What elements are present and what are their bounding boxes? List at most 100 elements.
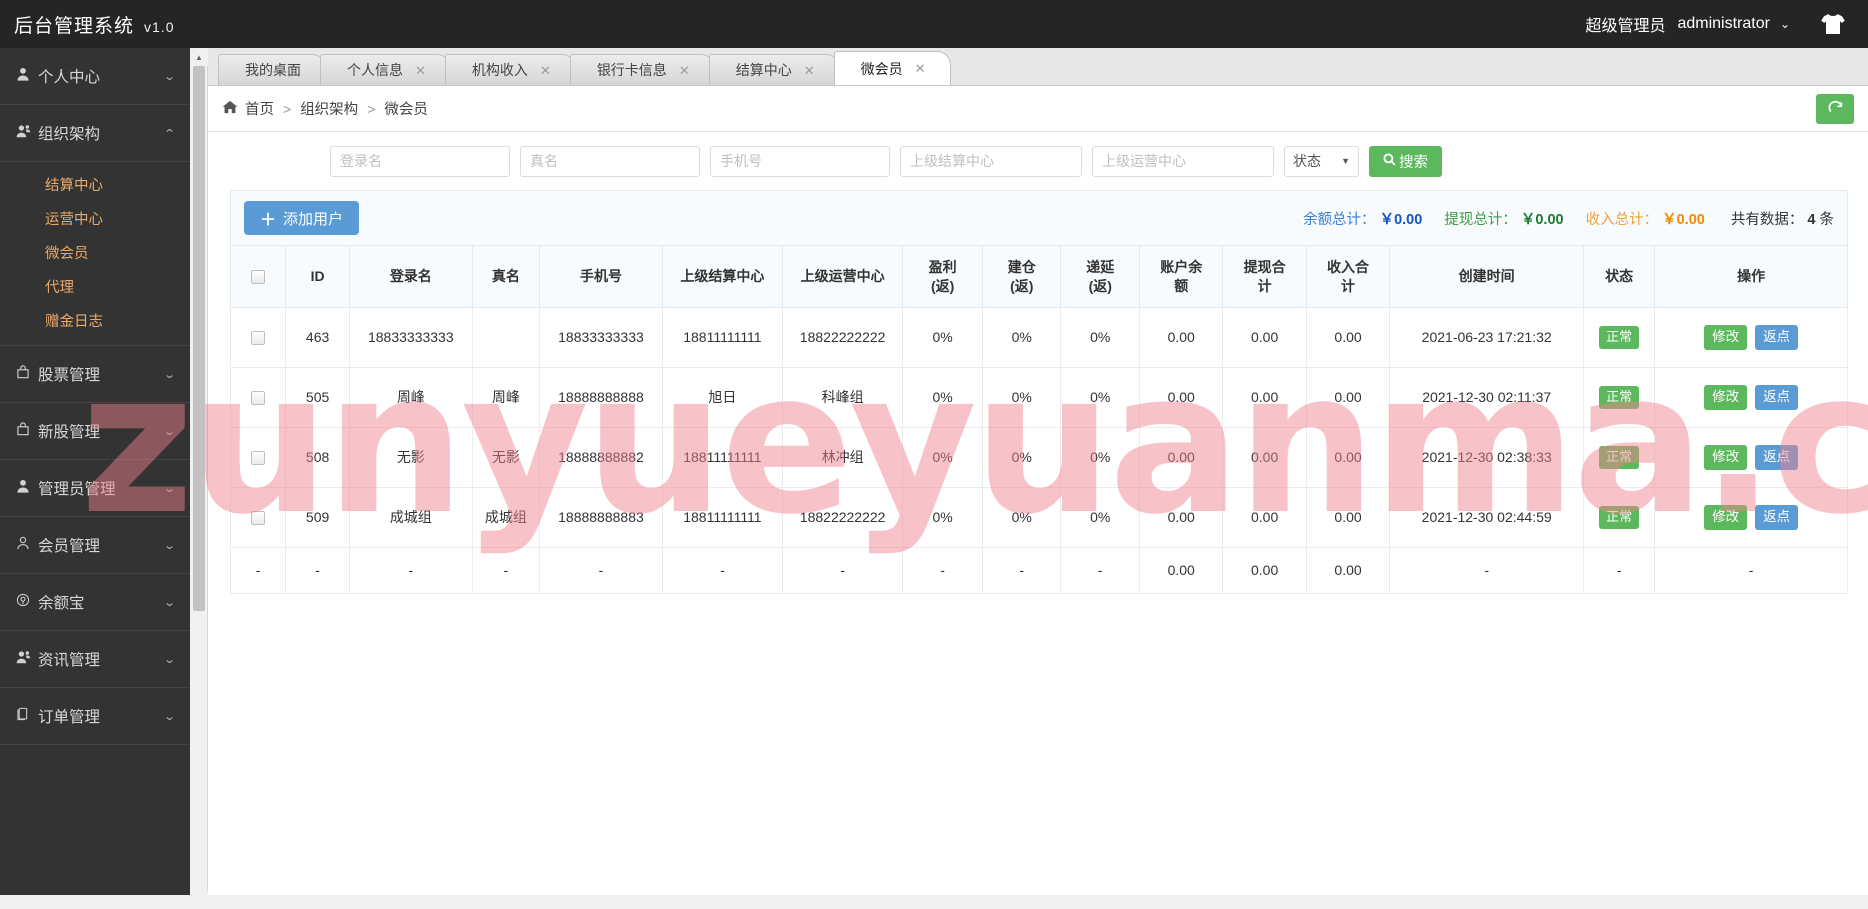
- close-icon[interactable]: ✕: [804, 55, 815, 86]
- sidebar-item-personal-center[interactable]: 个人中心 ⌄: [0, 48, 190, 105]
- cell-defer: 0%: [1060, 307, 1140, 368]
- summary-cell-parent-operation: -: [782, 547, 904, 594]
- user-outline-icon: [16, 536, 38, 554]
- cell-real-name: 成城组: [471, 487, 541, 548]
- balance-total: 余额总计： ￥0.00: [1303, 208, 1422, 229]
- sidebar-item-new-stock-management[interactable]: 新股管理 ⌄: [0, 403, 190, 460]
- chevron-down-icon[interactable]: ⌄: [1780, 17, 1790, 31]
- select-all-checkbox[interactable]: [251, 270, 266, 285]
- search-input-login-name[interactable]: [330, 145, 510, 177]
- cell-balance: 0.00: [1138, 307, 1224, 368]
- tab-my-desktop[interactable]: 我的桌面: [218, 54, 326, 85]
- scrollbar-thumb[interactable]: [193, 66, 205, 611]
- breadcrumb-item-org[interactable]: 组织架构: [300, 98, 358, 119]
- plus-icon: ＋: [260, 212, 277, 229]
- close-icon[interactable]: ✕: [415, 55, 426, 86]
- sidebar-item-news-management[interactable]: 资讯管理 ⌄: [0, 631, 190, 688]
- record-count-suffix: 条: [1819, 211, 1835, 228]
- record-count-prefix: 共有数据：: [1730, 211, 1804, 228]
- cell-balance: 0.00: [1138, 487, 1224, 548]
- home-icon: [222, 100, 238, 118]
- breadcrumb: 首页 > 组织架构 > 微会员: [208, 86, 1868, 132]
- topbar-user-area[interactable]: 超级管理员 administrator ⌄: [1585, 12, 1868, 36]
- sidebar-item-yuebao[interactable]: 余额宝 ⌄: [0, 574, 190, 631]
- tab-org-income[interactable]: 机构收入 ✕: [444, 54, 576, 86]
- sidebar-subitem-gift-log[interactable]: 赠金日志: [0, 303, 190, 337]
- sidebar: 个人中心 ⌄ 组织架构 ⌃ 结算中心 运营中心 微会员 代理 赠金日志 股票管理…: [0, 48, 190, 909]
- sidebar-item-label: 新股管理: [38, 424, 101, 441]
- tab-settlement-center[interactable]: 结算中心 ✕: [708, 54, 840, 86]
- tab-micro-member[interactable]: 微会员 ✕: [833, 51, 951, 86]
- cell-status: 正常: [1583, 307, 1656, 368]
- tab-label: 银行卡信息: [596, 61, 667, 78]
- sidebar-subitem-micro-member[interactable]: 微会员: [0, 235, 190, 269]
- sidebar-scrollbar[interactable]: ▲ ▼: [190, 48, 208, 909]
- tab-label: 个人信息: [347, 61, 403, 78]
- row-checkbox[interactable]: [251, 451, 266, 465]
- table-toolbar: ＋ 添加用户 余额总计： ￥0.00 提现总计： ￥0.00 收入总计： ￥0.…: [230, 190, 1848, 245]
- row-checkbox[interactable]: [251, 391, 266, 405]
- sidebar-subitem-agent[interactable]: 代理: [0, 269, 190, 303]
- close-icon[interactable]: ✕: [679, 55, 690, 86]
- breadcrumb-item-home[interactable]: 首页: [245, 98, 274, 119]
- tab-bank-card-info[interactable]: 银行卡信息 ✕: [569, 54, 715, 86]
- scroll-up-icon[interactable]: ▲: [190, 48, 208, 66]
- row-checkbox-cell[interactable]: [229, 307, 287, 368]
- rebate-button[interactable]: 返点: [1755, 325, 1799, 350]
- search-input-real-name[interactable]: [520, 145, 700, 177]
- sidebar-item-member-management[interactable]: 会员管理 ⌄: [0, 517, 190, 574]
- search-button[interactable]: 搜索: [1369, 145, 1442, 177]
- search-input-parent-operation[interactable]: [1092, 145, 1274, 177]
- rebate-button[interactable]: 返点: [1755, 445, 1799, 470]
- status-select[interactable]: 状态 ▼: [1284, 145, 1359, 177]
- cell-phone: 18888888883: [539, 487, 663, 548]
- edit-button[interactable]: 修改: [1704, 445, 1748, 470]
- refresh-button[interactable]: [1816, 93, 1854, 124]
- cell-id: 505: [285, 367, 350, 428]
- chevron-down-icon: ⌄: [162, 70, 176, 83]
- sidebar-subitem-settlement-center[interactable]: 结算中心: [0, 167, 190, 201]
- tshirt-icon[interactable]: [1820, 13, 1846, 35]
- th-line1: 建仓: [1007, 258, 1036, 275]
- cell-created: 2021-12-30 02:44:59: [1389, 487, 1585, 548]
- table-row: 505 周峰 周峰 18888888888 旭日 科峰组 0% 0% 0% 0.…: [229, 367, 1848, 428]
- row-checkbox-cell[interactable]: [229, 427, 287, 488]
- status-badge: 正常: [1599, 326, 1640, 349]
- th-line2: (返): [930, 277, 955, 294]
- th-select-all[interactable]: [229, 245, 287, 308]
- sidebar-item-order-management[interactable]: 订单管理 ⌄: [0, 688, 190, 745]
- sidebar-item-stock-management[interactable]: 股票管理 ⌄: [0, 346, 190, 403]
- tab-personal-info[interactable]: 个人信息 ✕: [320, 54, 451, 85]
- row-checkbox-cell[interactable]: [229, 367, 287, 428]
- sidebar-subitem-operation-center[interactable]: 运营中心: [0, 201, 190, 235]
- close-icon[interactable]: ✕: [915, 52, 926, 86]
- edit-button[interactable]: 修改: [1704, 505, 1748, 530]
- edit-button[interactable]: 修改: [1704, 325, 1748, 350]
- edit-button[interactable]: 修改: [1704, 385, 1748, 410]
- tab-bar: 我的桌面 个人信息 ✕ 机构收入 ✕ 银行卡信息 ✕ 结算中心 ✕ 微会员 ✕: [208, 48, 1868, 86]
- top-bar: 后台管理系统 v1.0 超级管理员 administrator ⌄: [0, 0, 1868, 48]
- cell-defer: 0%: [1060, 427, 1140, 488]
- close-icon[interactable]: ✕: [540, 55, 551, 86]
- search-input-parent-settlement[interactable]: [900, 145, 1082, 177]
- summary-cell-open: -: [981, 547, 1062, 594]
- th-parent-settlement: 上级结算中心: [661, 245, 784, 308]
- rebate-button[interactable]: 返点: [1755, 385, 1799, 410]
- table-summary-row: - - - - - - - - - - 0.00 0.00 0.00 - - -: [229, 547, 1848, 594]
- sidebar-item-admin-management[interactable]: 管理员管理 ⌄: [0, 460, 190, 517]
- row-checkbox[interactable]: [251, 511, 266, 525]
- th-action: 操作: [1654, 245, 1848, 308]
- cell-open: 0%: [981, 427, 1062, 488]
- rebate-button[interactable]: 返点: [1755, 505, 1799, 530]
- row-checkbox[interactable]: [251, 331, 266, 345]
- table-row: 509 成城组 成城组 18888888883 18811111111 1882…: [229, 487, 1848, 548]
- sidebar-item-org-structure[interactable]: 组织架构 ⌃: [0, 105, 190, 162]
- add-user-button[interactable]: ＋ 添加用户: [244, 201, 360, 235]
- sidebar-subitem-label: 微会员: [45, 245, 89, 262]
- row-checkbox-cell[interactable]: [229, 487, 287, 548]
- page-scrollbar[interactable]: [0, 895, 1868, 909]
- summary-cell-id: -: [285, 547, 350, 594]
- cell-id: 463: [285, 307, 350, 368]
- search-input-phone[interactable]: [710, 145, 890, 177]
- cell-withdraw: 0.00: [1222, 367, 1307, 428]
